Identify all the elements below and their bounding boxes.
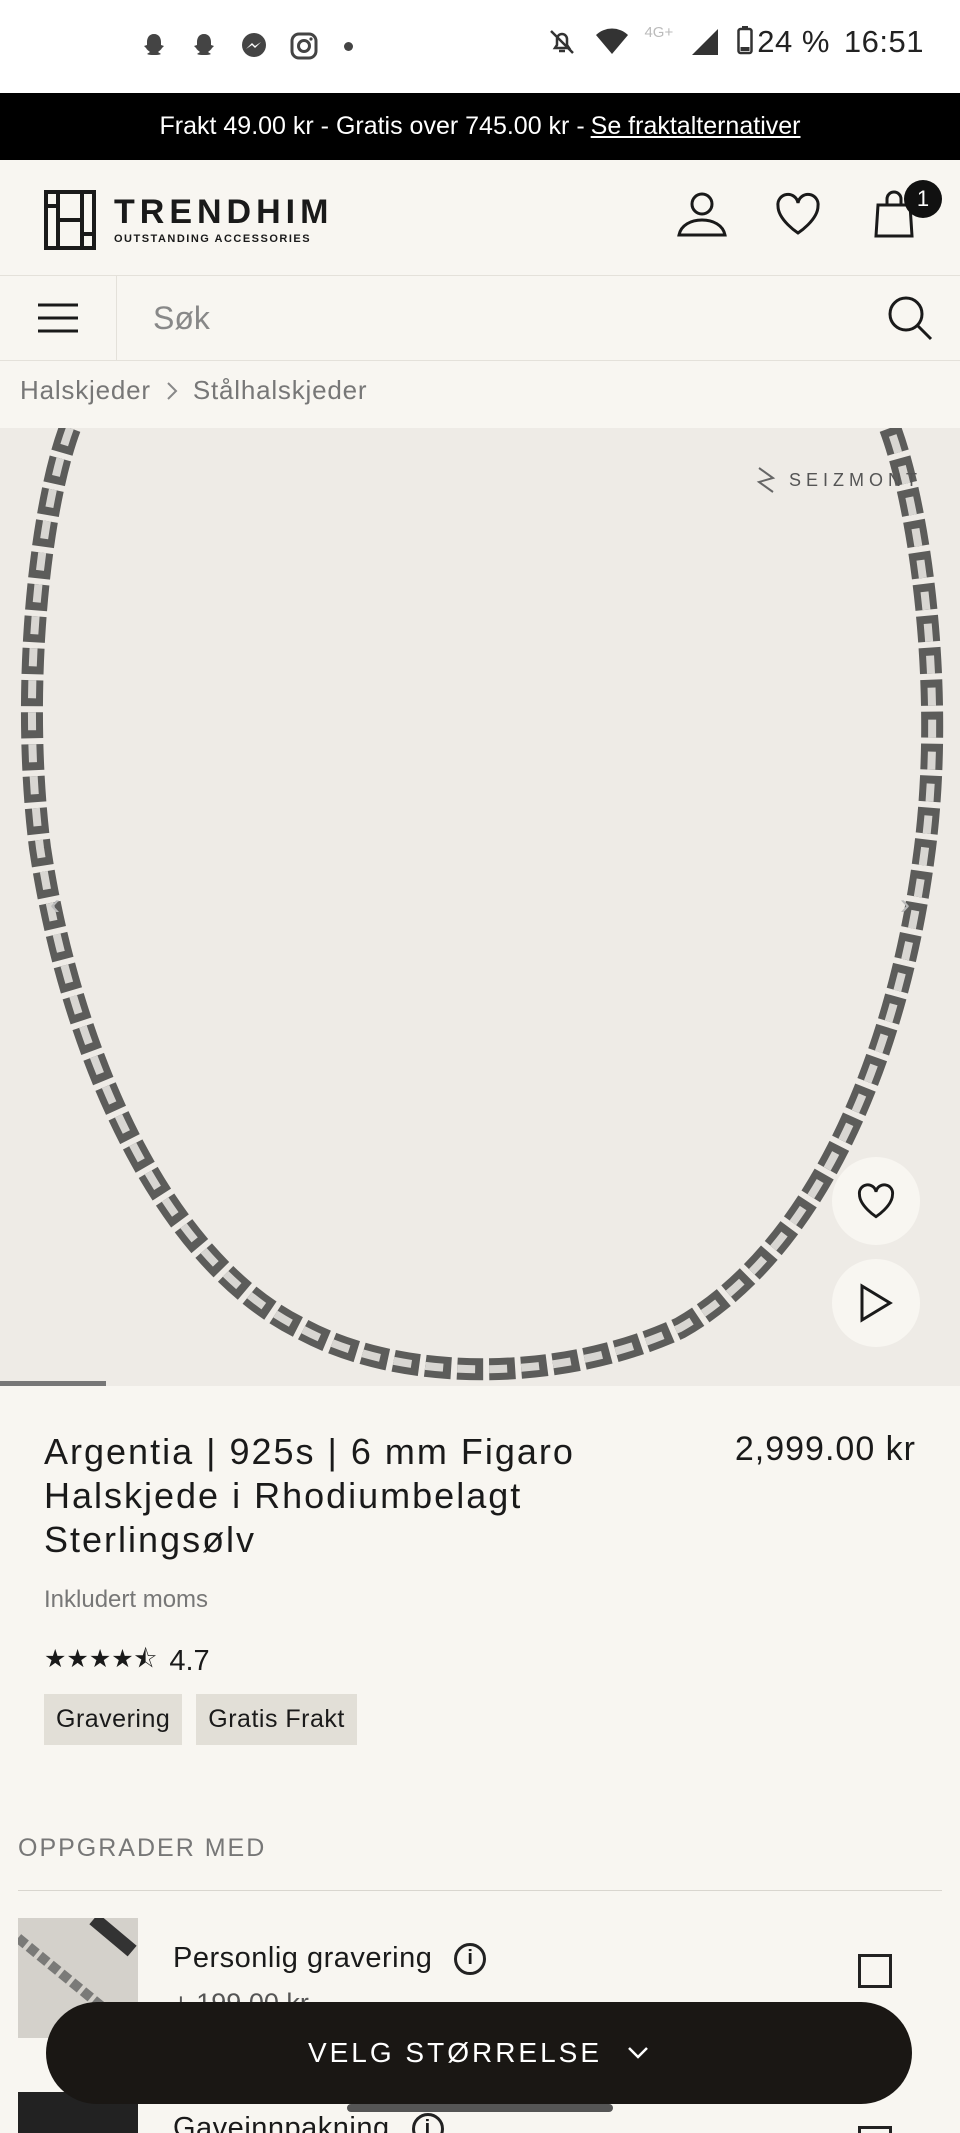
breadcrumb-steel-necklaces[interactable]: Stålhalskjeder [193, 375, 368, 406]
play-icon [860, 1283, 893, 1323]
snapchat-icon [186, 28, 222, 64]
logo-tagline: OUTSTANDING ACCESSORIES [114, 233, 312, 245]
battery-icon [737, 25, 753, 60]
snapchat-icon [136, 28, 172, 64]
play-video-button[interactable] [832, 1259, 920, 1347]
brand-name: SEIZMONT [789, 469, 922, 490]
divider [18, 1890, 942, 1891]
account-button[interactable] [674, 186, 730, 242]
search-input[interactable] [117, 275, 860, 361]
wishlist-button[interactable] [770, 186, 826, 242]
network-type: 4G+ [644, 23, 674, 41]
instagram-icon [286, 28, 322, 64]
breadcrumb-necklaces[interactable]: Halskjeder [20, 375, 151, 406]
more-notifications-icon [344, 41, 353, 51]
giftwrap-checkbox[interactable] [858, 2126, 892, 2133]
tag-free-shipping: Gratis Frakt [196, 1694, 357, 1745]
battery-level: 24 % [757, 24, 830, 59]
info-icon[interactable]: i [411, 2112, 444, 2133]
product-title: Argentia | 925s | 6 mm Figaro Halskjede … [44, 1431, 575, 1560]
messenger-icon [236, 28, 272, 64]
product-rating[interactable]: ★★★★⯪ 4.7 [44, 1640, 210, 1683]
select-size-button[interactable]: VELG STØRRELSE [46, 2002, 912, 2104]
product-image-gallery[interactable]: SEIZMONT ‹ › [0, 428, 960, 1386]
cart-count-badge: 1 [904, 180, 942, 218]
cart-button[interactable]: 1 [866, 180, 942, 242]
menu-button[interactable] [0, 275, 117, 361]
site-header: TRENDHIM OUTSTANDING ACCESSORIES 1 [0, 160, 960, 276]
user-icon [677, 192, 727, 237]
seizmont-logo-icon [756, 467, 776, 493]
trendhim-logo[interactable]: TRENDHIM OUTSTANDING ACCESSORIES [44, 190, 333, 250]
home-indicator[interactable] [347, 2104, 613, 2112]
search-button[interactable] [860, 276, 960, 361]
add-to-wishlist-button[interactable] [832, 1157, 920, 1245]
notification-icons [136, 28, 353, 64]
heart-icon [858, 1183, 894, 1219]
chevron-down-icon [628, 2047, 648, 2059]
breadcrumb: Halskjeder Stålhalskjeder [20, 375, 367, 406]
select-size-label: VELG STØRRELSE [307, 2037, 603, 2068]
gallery-progress-bar [0, 1381, 106, 1386]
search-icon [888, 296, 933, 341]
clock: 16:51 [843, 24, 924, 59]
shipping-options-link[interactable]: Se fraktalternativer [591, 112, 801, 141]
shipping-promo-text: Frakt 49.00 kr - Gratis over 745.00 kr - [159, 112, 585, 140]
heart-icon [776, 192, 820, 235]
search-bar [0, 275, 960, 361]
logo-name: TRENDHIM [114, 193, 334, 231]
engraving-label: Personlig gravering [173, 1942, 433, 1974]
vat-note: Inkludert moms [44, 1586, 209, 1613]
gallery-next-icon[interactable]: › [900, 888, 910, 922]
rating-value: 4.7 [169, 1645, 210, 1677]
wifi-icon [594, 24, 630, 60]
cell-signal-icon [687, 24, 723, 60]
product-price: 2,999.00 kr [734, 1430, 916, 1468]
tag-engraving: Gravering [44, 1694, 183, 1745]
chevron-right-icon [167, 381, 178, 400]
info-icon[interactable]: i [454, 1942, 487, 1975]
rating-stars-icon: ★★★★⯪ [44, 1645, 158, 1673]
product-tags: Gravering Gratis Frakt [44, 1694, 357, 1745]
system-status: 4G+ 24 % 16:51 [544, 24, 924, 60]
silent-bell-icon [544, 24, 580, 60]
logo-mark-icon [44, 190, 96, 250]
giftwrap-label: Gaveinnpakning [173, 2112, 390, 2133]
necklace-photo [20, 428, 944, 1381]
brand-watermark: SEIZMONT [755, 466, 922, 494]
shipping-promo-bar: Frakt 49.00 kr - Gratis over 745.00 kr -… [0, 93, 960, 160]
engraving-checkbox[interactable] [858, 1954, 892, 1988]
status-bar: 4G+ 24 % 16:51 [0, 0, 960, 93]
hamburger-menu-icon [38, 303, 78, 333]
upgrade-section-title: OPPGRADER MED [18, 1834, 267, 1862]
gallery-prev-icon[interactable]: ‹ [50, 888, 60, 922]
